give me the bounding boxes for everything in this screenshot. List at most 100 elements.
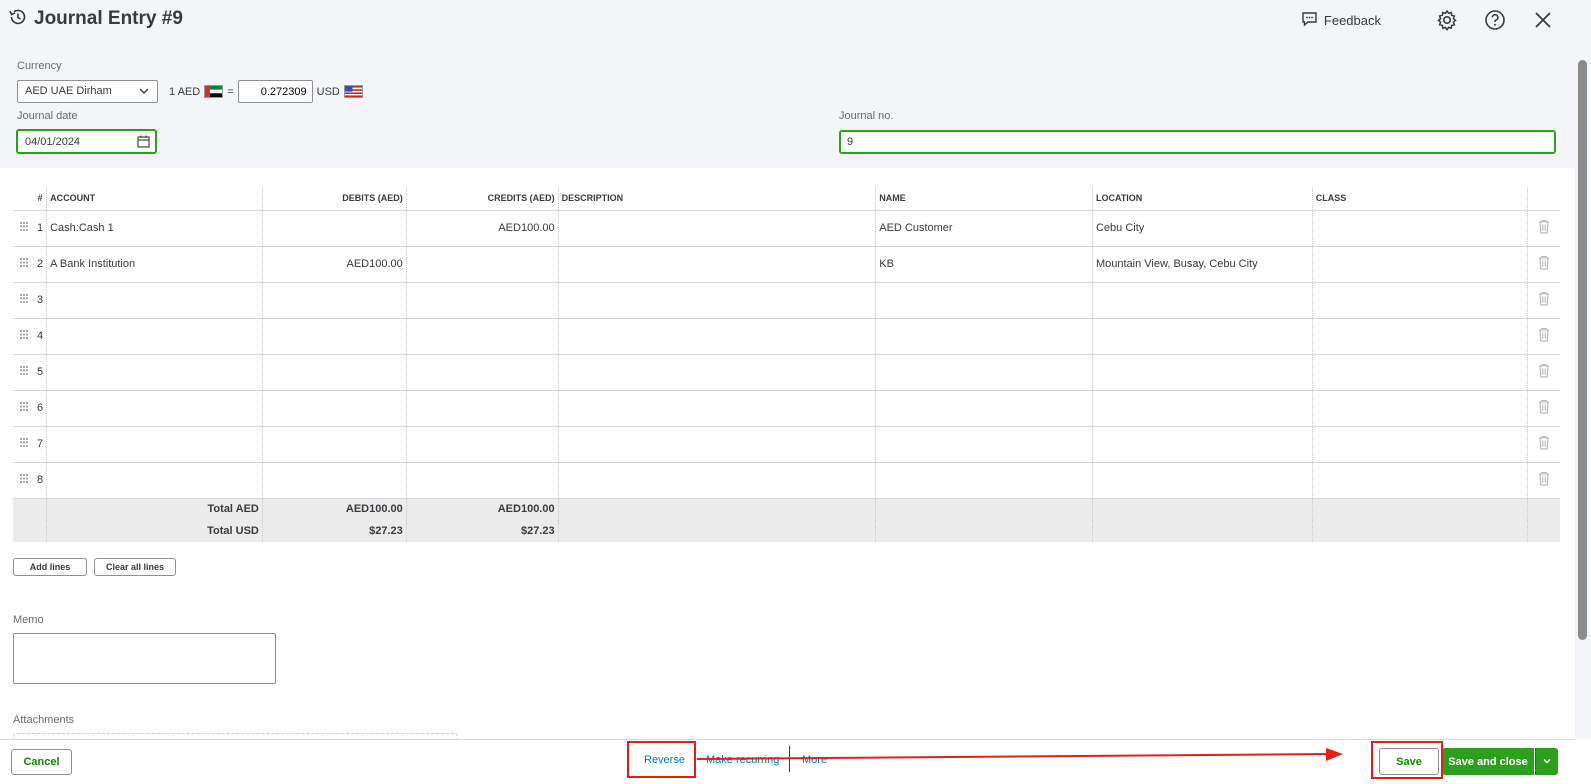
- table-row[interactable]: 2A Bank Institution AED100.00 KB Mountain V…: [13, 246, 1560, 283]
- gear-icon[interactable]: [1435, 8, 1459, 32]
- history-icon[interactable]: [8, 7, 28, 30]
- trash-icon[interactable]: [1527, 318, 1560, 355]
- clear-all-lines-button[interactable]: Clear all lines: [94, 558, 176, 576]
- close-icon[interactable]: [1531, 8, 1555, 32]
- memo-textarea[interactable]: [13, 633, 276, 684]
- help-icon[interactable]: [1483, 8, 1507, 32]
- cell-location[interactable]: [1092, 282, 1313, 319]
- trash-icon[interactable]: [1527, 354, 1560, 391]
- drag-handle-icon[interactable]: [13, 210, 34, 247]
- cell-description[interactable]: [558, 462, 877, 499]
- cell-debit[interactable]: [262, 390, 407, 427]
- cell-name[interactable]: AED Customer: [875, 210, 1093, 247]
- table-row[interactable]: 5: [13, 354, 1560, 391]
- cell-credit[interactable]: [406, 390, 559, 427]
- cell-location[interactable]: Cebu City: [1092, 210, 1313, 247]
- cell-name[interactable]: [875, 426, 1093, 463]
- cell-debit[interactable]: [262, 282, 407, 319]
- cell-credit[interactable]: AED100.00: [406, 210, 559, 247]
- cell-name[interactable]: KB: [875, 246, 1093, 283]
- feedback-button[interactable]: Feedback: [1301, 11, 1381, 30]
- cell-class[interactable]: [1312, 354, 1529, 391]
- cell-description[interactable]: [558, 318, 877, 355]
- cell-credit[interactable]: [406, 282, 559, 319]
- table-row[interactable]: 1 Cash:Cash 1 AED100.00 AED Customer Cebu Ci…: [13, 210, 1560, 247]
- cell-class[interactable]: [1312, 462, 1529, 499]
- cell-class[interactable]: [1312, 282, 1529, 319]
- cell-account[interactable]: [46, 318, 263, 355]
- table-row[interactable]: 6: [13, 390, 1560, 427]
- cancel-button[interactable]: Cancel: [11, 749, 72, 775]
- cell-credit[interactable]: [406, 462, 559, 499]
- cell-description[interactable]: [558, 246, 877, 283]
- trash-icon[interactable]: [1527, 210, 1560, 247]
- cell-location[interactable]: [1092, 426, 1313, 463]
- cell-account[interactable]: [46, 354, 263, 391]
- cell-location[interactable]: [1092, 390, 1313, 427]
- drag-handle-icon[interactable]: [13, 426, 34, 463]
- cell-location[interactable]: [1092, 354, 1313, 391]
- table-row[interactable]: 4: [13, 318, 1560, 355]
- cell-debit[interactable]: [262, 318, 407, 355]
- cell-debit[interactable]: [262, 354, 407, 391]
- save-and-close-button[interactable]: Save and close: [1442, 748, 1534, 775]
- cell-name[interactable]: [875, 462, 1093, 499]
- cell-account[interactable]: Cash:Cash 1: [46, 210, 263, 247]
- more-link[interactable]: More: [802, 754, 827, 766]
- cell-location[interactable]: Mountain View, Busay, Cebu City: [1092, 246, 1313, 283]
- trash-icon[interactable]: [1527, 462, 1560, 499]
- cell-debit[interactable]: [262, 426, 407, 463]
- add-lines-button[interactable]: Add lines: [13, 558, 87, 576]
- cell-credit[interactable]: [406, 354, 559, 391]
- currency-select[interactable]: AED UAE Dirham: [17, 80, 158, 103]
- cell-class[interactable]: [1312, 210, 1529, 247]
- drag-handle-icon[interactable]: [13, 318, 34, 355]
- cell-description[interactable]: [558, 354, 877, 391]
- cell-account[interactable]: [46, 390, 263, 427]
- cell-name[interactable]: [875, 282, 1093, 319]
- cell-description[interactable]: [558, 390, 877, 427]
- calendar-icon[interactable]: [137, 135, 150, 151]
- cell-class[interactable]: [1312, 246, 1529, 283]
- cell-description[interactable]: [558, 426, 877, 463]
- cell-name[interactable]: [875, 318, 1093, 355]
- table-row[interactable]: 8: [13, 462, 1560, 499]
- cell-description[interactable]: [558, 210, 877, 247]
- exchange-rate-input[interactable]: [237, 80, 313, 103]
- cell-account[interactable]: A Bank Institution: [46, 246, 263, 283]
- drag-handle-icon[interactable]: [13, 390, 34, 427]
- cell-name[interactable]: [875, 354, 1093, 391]
- drag-handle-icon[interactable]: [13, 462, 34, 499]
- cell-account[interactable]: [46, 282, 263, 319]
- trash-icon[interactable]: [1527, 390, 1560, 427]
- trash-icon[interactable]: [1527, 282, 1560, 319]
- drag-handle-icon[interactable]: [13, 282, 34, 319]
- trash-icon[interactable]: [1527, 426, 1560, 463]
- journal-no-field[interactable]: 9: [839, 130, 1556, 154]
- cell-credit[interactable]: [406, 246, 559, 283]
- cell-debit[interactable]: [262, 462, 407, 499]
- scrollbar[interactable]: [1575, 0, 1591, 739]
- cell-class[interactable]: [1312, 426, 1529, 463]
- drag-handle-icon[interactable]: [13, 354, 34, 391]
- table-row[interactable]: 3: [13, 282, 1560, 319]
- cell-debit[interactable]: AED100.00: [262, 246, 407, 283]
- cell-debit[interactable]: [262, 210, 407, 247]
- cell-account[interactable]: [46, 462, 263, 499]
- table-row[interactable]: 7: [13, 426, 1560, 463]
- save-options-dropdown[interactable]: [1535, 748, 1558, 775]
- drag-handle-icon[interactable]: [13, 246, 34, 283]
- cell-credit[interactable]: [406, 318, 559, 355]
- make-recurring-link[interactable]: Make recurring: [706, 754, 779, 766]
- cell-account[interactable]: [46, 426, 263, 463]
- trash-icon[interactable]: [1527, 246, 1560, 283]
- cell-class[interactable]: [1312, 390, 1529, 427]
- cell-credit[interactable]: [406, 426, 559, 463]
- cell-description[interactable]: [558, 282, 877, 319]
- cell-location[interactable]: [1092, 318, 1313, 355]
- cell-location[interactable]: [1092, 462, 1313, 499]
- scrollbar-thumb[interactable]: [1578, 60, 1587, 640]
- cell-class[interactable]: [1312, 318, 1529, 355]
- cell-name[interactable]: [875, 390, 1093, 427]
- journal-date-field[interactable]: 04/01/2024: [16, 129, 157, 154]
